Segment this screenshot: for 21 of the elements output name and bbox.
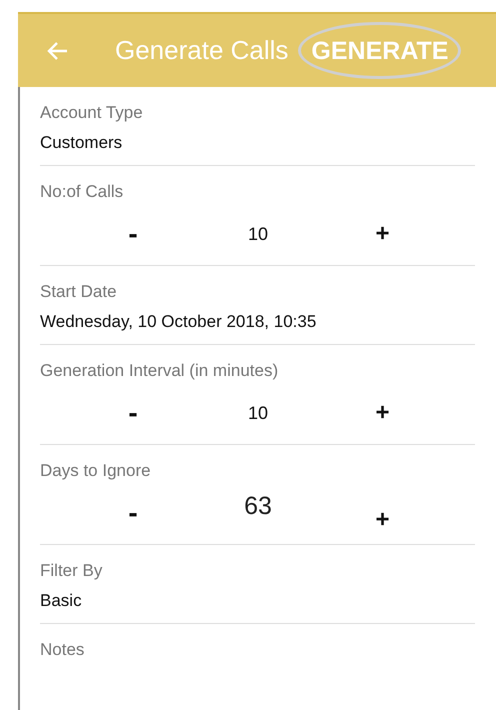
back-arrow-icon[interactable] xyxy=(46,40,68,60)
minus-button[interactable]: - xyxy=(128,218,138,250)
field-value[interactable]: Basic xyxy=(40,582,475,623)
stepper-value: 10 xyxy=(248,224,268,244)
stepper-value: 63 xyxy=(244,492,272,520)
field-label: Days to Ignore xyxy=(40,460,152,482)
field-label: Start Date xyxy=(40,281,118,303)
minus-button[interactable]: - xyxy=(128,497,138,529)
field-label: Generation Interval (in minutes) xyxy=(40,360,280,382)
stepper-value: 10 xyxy=(248,402,268,424)
minus-button[interactable]: - xyxy=(128,397,138,429)
field-value[interactable]: Wednesday, 10 October 2018, 10:35 xyxy=(40,303,475,344)
field-label: Account Type xyxy=(40,102,144,124)
screen-title: Generate Calls xyxy=(115,35,288,66)
field-label: Notes xyxy=(40,639,86,661)
plus-button[interactable]: + xyxy=(375,399,390,427)
plus-button[interactable]: + xyxy=(375,506,390,534)
field-label: Filter By xyxy=(40,560,104,582)
field-value[interactable]: Customers xyxy=(40,124,475,165)
plus-button[interactable]: + xyxy=(375,220,390,248)
field-label: No:of Calls xyxy=(40,181,124,203)
